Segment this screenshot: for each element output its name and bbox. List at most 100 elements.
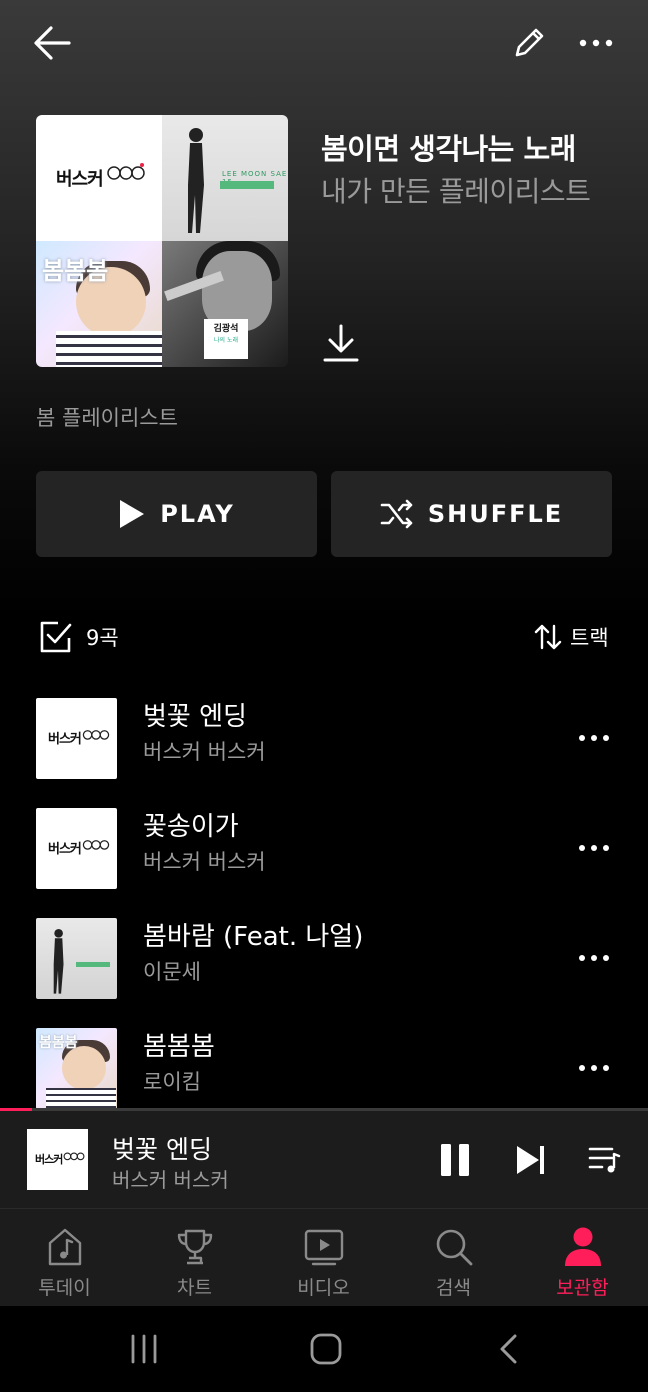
pause-button[interactable] bbox=[432, 1138, 478, 1182]
track-row[interactable]: 봄봄봄 봄봄봄 로이킴 bbox=[0, 1020, 648, 1120]
track-title: 봄봄봄 bbox=[143, 1032, 215, 1062]
busker-doodle-icon bbox=[107, 163, 145, 180]
next-track-button[interactable] bbox=[508, 1138, 554, 1182]
playlist-subtitle: 내가 만든 플레이리스트 bbox=[321, 175, 591, 208]
nav-label: 투데이 bbox=[38, 1277, 91, 1299]
system-back-button[interactable] bbox=[478, 1326, 538, 1372]
nav-item-chart[interactable]: 차트 bbox=[130, 1209, 259, 1307]
sort-label: 트랙 bbox=[570, 626, 609, 650]
shuffle-button-label: SHUFFLE bbox=[427, 500, 564, 528]
now-playing-thumbnail: 버스커 bbox=[27, 1129, 88, 1190]
nav-item-search[interactable]: 검색 bbox=[389, 1209, 518, 1307]
playlist-title: 봄이면 생각나는 노래 bbox=[321, 132, 576, 166]
busker-doodle-icon bbox=[63, 1152, 85, 1161]
track-artist: 버스커 버스커 bbox=[143, 740, 266, 764]
bottom-navigation: 투데이 차트 비디오 검색 보관함 bbox=[0, 1208, 648, 1307]
recent-apps-icon bbox=[131, 1334, 157, 1364]
busker-logo: 버스커 bbox=[56, 169, 104, 190]
singer-figure-image bbox=[188, 128, 204, 233]
pencil-icon bbox=[515, 28, 544, 57]
track-artist: 로이킴 bbox=[143, 1070, 201, 1094]
singer-face-shape bbox=[62, 1046, 106, 1090]
video-play-icon bbox=[304, 1229, 343, 1266]
album-cover-title: 김광석 bbox=[213, 324, 239, 334]
pause-icon bbox=[441, 1144, 469, 1176]
album-cover-busker: 버스커 bbox=[36, 115, 162, 241]
edit-button[interactable] bbox=[504, 20, 554, 66]
track-count: 9곡 bbox=[86, 626, 119, 650]
track-title: 벚꽃 엔딩 bbox=[143, 702, 247, 732]
track-more-button[interactable] bbox=[568, 828, 620, 868]
singer-shirt-shape bbox=[56, 331, 162, 367]
user-icon bbox=[564, 1227, 601, 1266]
album-cover-banner bbox=[220, 181, 274, 189]
nav-item-library[interactable]: 보관함 bbox=[518, 1209, 647, 1307]
album-cover-subtitle: 나의 노래 bbox=[214, 337, 238, 344]
track-artist: 버스커 버스커 bbox=[143, 850, 266, 874]
home-icon bbox=[310, 1333, 342, 1365]
more-horizontal-icon bbox=[579, 39, 613, 47]
album-cover-roykim: 봄봄봄 bbox=[36, 241, 162, 367]
album-cover-kimkwangseok: 김광석 나의 노래 bbox=[162, 241, 288, 367]
nav-label: 비디오 bbox=[297, 1277, 350, 1299]
nav-item-video[interactable]: 비디오 bbox=[259, 1209, 388, 1307]
play-button-label: PLAY bbox=[160, 500, 235, 528]
more-options-button[interactable] bbox=[572, 20, 620, 66]
track-row[interactable]: 버스커 벚꽃 엔딩 버스커 버스커 bbox=[0, 690, 648, 790]
recent-apps-button[interactable] bbox=[114, 1326, 174, 1372]
more-horizontal-icon bbox=[579, 955, 609, 961]
back-button[interactable] bbox=[26, 20, 78, 66]
track-thumbnail bbox=[36, 918, 117, 999]
playlist-description: 봄 플레이리스트 bbox=[36, 406, 178, 430]
trophy-icon bbox=[177, 1229, 212, 1265]
more-horizontal-icon bbox=[579, 845, 609, 851]
arrow-left-icon bbox=[34, 26, 71, 60]
home-button[interactable] bbox=[296, 1326, 356, 1372]
track-more-button[interactable] bbox=[568, 1048, 620, 1088]
singer-shirt-shape bbox=[46, 1088, 116, 1109]
nav-label: 차트 bbox=[177, 1277, 212, 1299]
playlist-screen: 버스커 LEE MOON SAE 15 봄봄봄 bbox=[0, 0, 648, 1392]
track-thumbnail: 버스커 bbox=[36, 808, 117, 889]
album-cover-banner bbox=[76, 962, 110, 967]
chevron-left-icon bbox=[500, 1334, 517, 1364]
track-more-button[interactable] bbox=[568, 718, 620, 758]
more-horizontal-icon bbox=[579, 1065, 609, 1071]
now-playing-artist: 버스커 버스커 bbox=[112, 1168, 229, 1192]
album-cover-title: 봄봄봄 bbox=[42, 257, 109, 285]
play-button[interactable]: PLAY bbox=[36, 471, 317, 557]
playlist-queue-button[interactable] bbox=[582, 1138, 628, 1182]
track-row[interactable]: 버스커 꽃송이가 버스커 버스커 bbox=[0, 800, 648, 900]
album-cover-title: 봄봄봄 bbox=[39, 1035, 78, 1051]
singer-figure-image bbox=[53, 929, 64, 994]
music-note-icon bbox=[48, 1228, 81, 1266]
shuffle-button[interactable]: SHUFFLE bbox=[331, 471, 612, 557]
skip-next-icon bbox=[517, 1146, 544, 1174]
queue-music-icon bbox=[588, 1147, 621, 1173]
select-tracks-button[interactable]: 9곡 bbox=[38, 620, 119, 654]
system-navigation-bar bbox=[0, 1306, 648, 1392]
album-cover-leemoonsae: LEE MOON SAE 15 bbox=[162, 115, 288, 241]
track-thumbnail: 버스커 bbox=[36, 698, 117, 779]
nav-label: 검색 bbox=[436, 1277, 471, 1299]
checkbox-icon bbox=[40, 621, 72, 653]
playback-progress-fill bbox=[0, 1108, 33, 1111]
busker-logo: 버스커 bbox=[48, 732, 82, 747]
mini-player[interactable]: 버스커 벚꽃 엔딩 버스커 버스커 bbox=[0, 1108, 648, 1208]
busker-doodle-icon bbox=[82, 730, 110, 740]
download-button[interactable] bbox=[318, 320, 364, 366]
track-more-button[interactable] bbox=[568, 938, 620, 978]
track-thumbnail: 봄봄봄 bbox=[36, 1028, 117, 1109]
nav-label: 보관함 bbox=[556, 1277, 609, 1299]
busker-logo: 버스커 bbox=[48, 842, 82, 857]
track-row[interactable]: 봄바람 (Feat. 나얼) 이문세 bbox=[0, 910, 648, 1010]
track-artist: 이문세 bbox=[143, 960, 201, 984]
play-icon bbox=[120, 500, 145, 528]
busker-doodle-icon bbox=[82, 840, 110, 850]
playlist-cover-collage: 버스커 LEE MOON SAE 15 봄봄봄 bbox=[36, 115, 288, 367]
search-icon bbox=[436, 1229, 472, 1266]
nav-item-today[interactable]: 투데이 bbox=[0, 1209, 129, 1307]
sort-button[interactable]: 트랙 bbox=[534, 622, 609, 652]
playback-progress-bar[interactable] bbox=[0, 1108, 648, 1111]
album-cover-label: 김광석 나의 노래 bbox=[204, 319, 248, 359]
